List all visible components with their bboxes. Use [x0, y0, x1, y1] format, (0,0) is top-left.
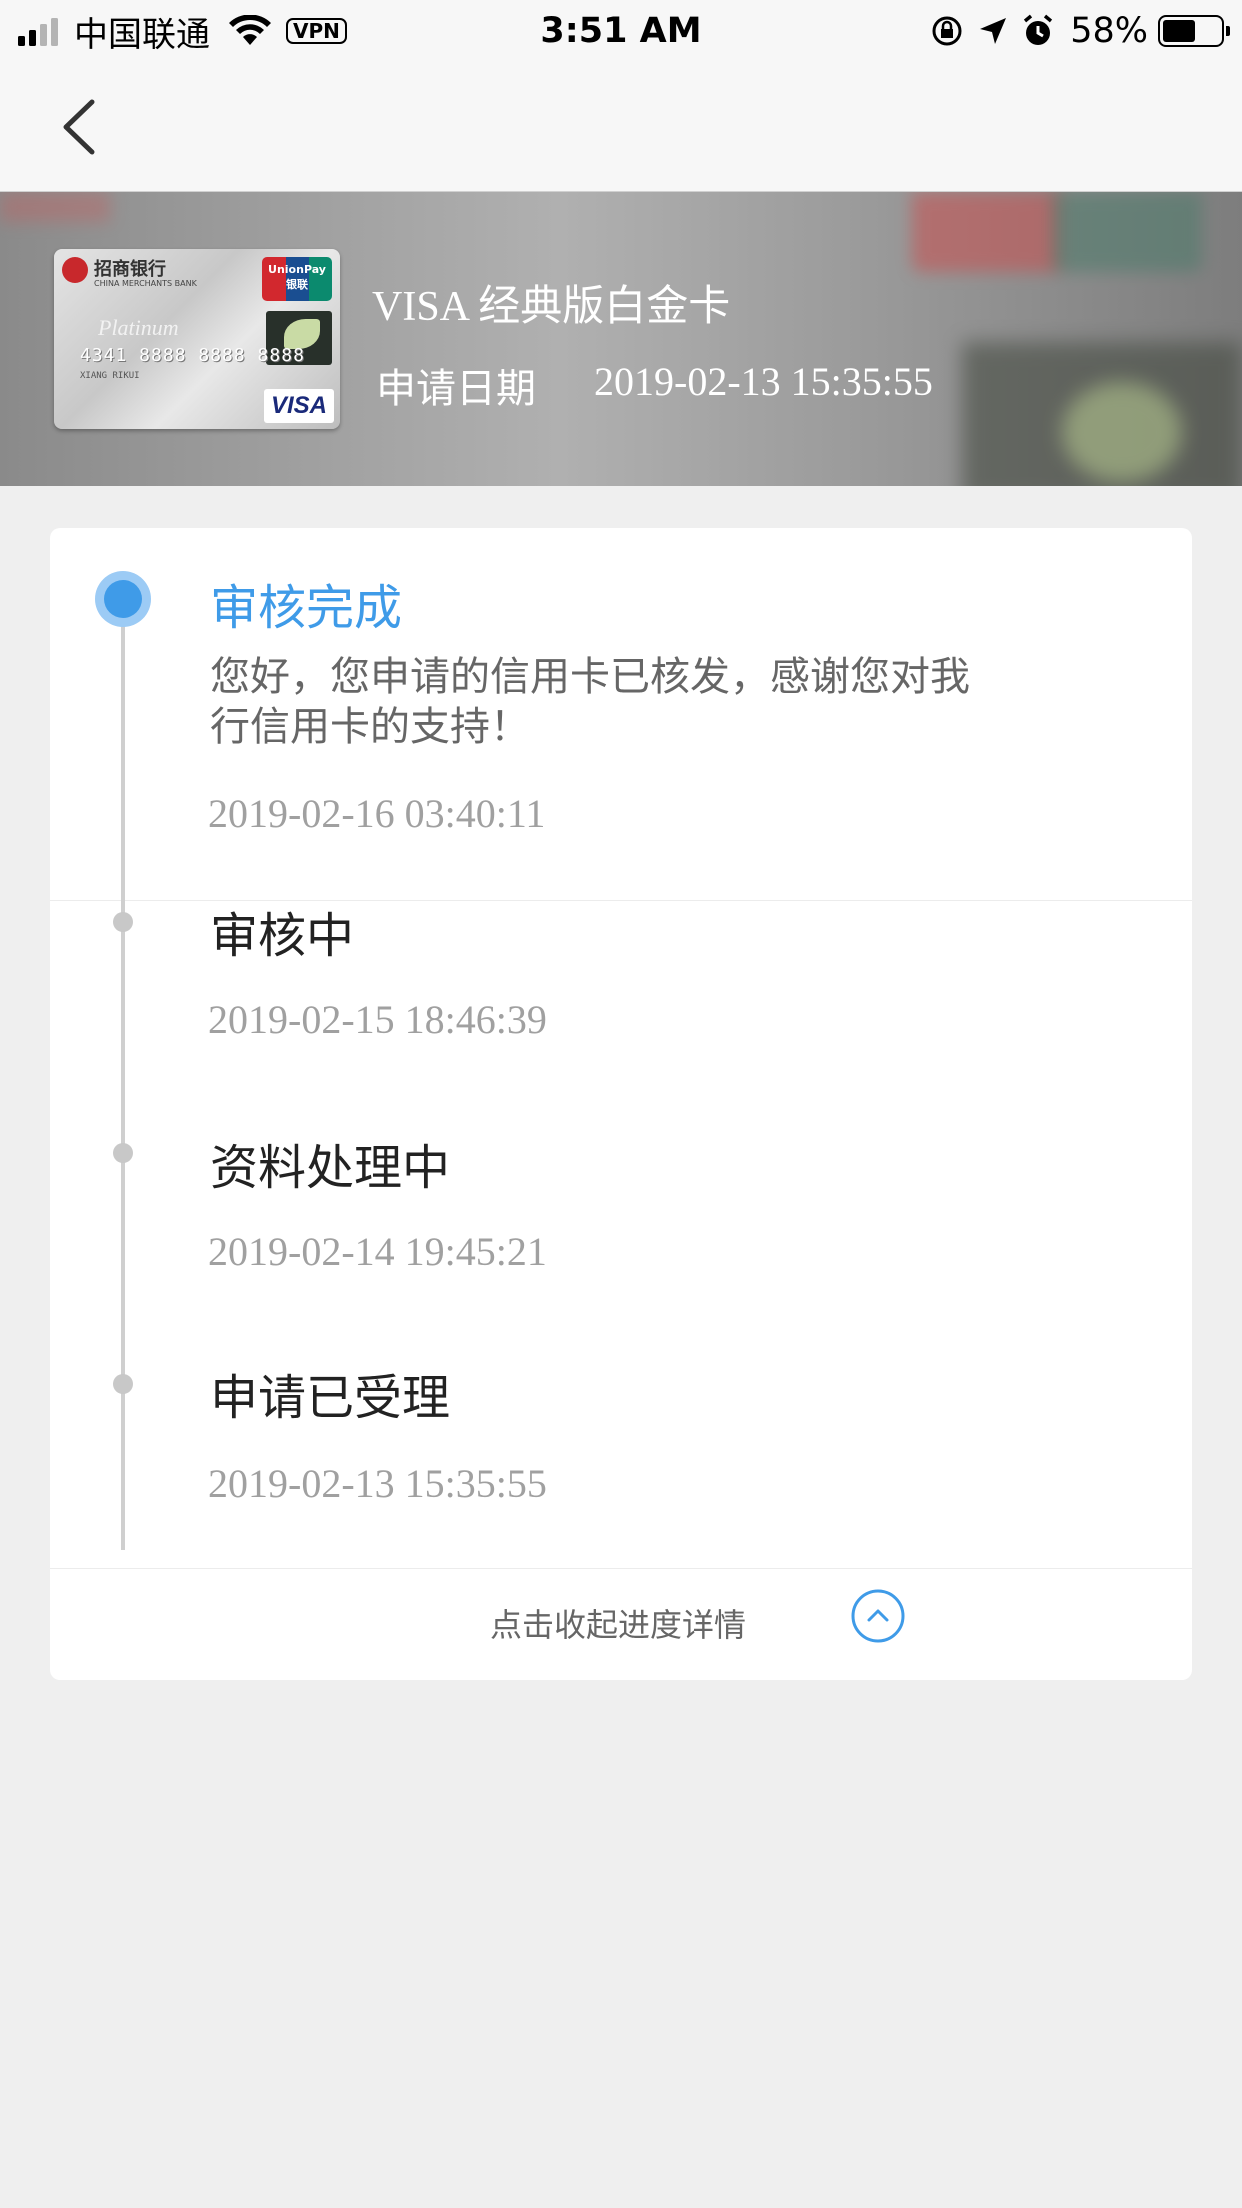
step-description: 您好，您申请的信用卡已核发，感谢您对我行信用卡的支持！ [210, 654, 970, 750]
progress-card: 审核完成 您好，您申请的信用卡已核发，感谢您对我行信用卡的支持！ 2019-02… [50, 528, 1192, 1680]
credit-card-image: 招商银行 CHINA MERCHANTS BANK UnionPay 银联 Pl… [54, 249, 340, 429]
step-title-approved: 审核完成 [210, 580, 403, 636]
step-title-accepted: 申请已受理 [210, 1370, 451, 1426]
battery-icon [1158, 15, 1230, 47]
status-bar: 中国联通 VPN 3:51 AM 58% [0, 0, 1242, 62]
nav-bar [0, 62, 1242, 192]
timeline-dot [113, 1143, 133, 1163]
banner-decoration [1062, 382, 1182, 482]
collapse-row[interactable]: 点击收起进度详情 [50, 1568, 1192, 1680]
timeline-dot-active [95, 571, 151, 627]
alarm-icon [1024, 14, 1053, 45]
card-product-name: VISA 经典版白金卡 [372, 284, 731, 330]
apply-date-value: 2019-02-13 15:35:55 [594, 359, 933, 404]
card-bank-name-en: CHINA MERCHANTS BANK [94, 279, 197, 288]
bank-logo-icon [62, 257, 88, 283]
collapse-details-link[interactable]: 点击收起进度详情 [490, 1600, 746, 1646]
chevron-up-circle-icon[interactable] [850, 1588, 906, 1644]
card-bank-name: 招商银行 [94, 259, 166, 280]
card-holder: XIANG RIKUI [80, 371, 140, 381]
banner-decoration [0, 192, 110, 222]
step-title-processing: 资料处理中 [210, 1140, 451, 1196]
battery-percent: 58% [1070, 11, 1148, 51]
visa-logo: VISA [264, 389, 334, 423]
step-time: 2019-02-16 03:40:11 [208, 791, 546, 836]
apply-date-label: 申请日期 [376, 366, 536, 412]
banner-decoration [912, 192, 1062, 272]
orientation-lock-icon [932, 16, 962, 46]
card-banner: 招商银行 CHINA MERCHANTS BANK UnionPay 银联 Pl… [0, 192, 1242, 486]
step-time: 2019-02-13 15:35:55 [208, 1461, 547, 1506]
location-icon [980, 18, 1007, 44]
battery-fill [1163, 20, 1196, 42]
timeline-dot [113, 1374, 133, 1394]
step-title-reviewing: 审核中 [210, 908, 355, 964]
chevron-left-icon[interactable] [48, 92, 118, 162]
timeline-dot [113, 912, 133, 932]
card-number: 4341 8888 8888 8888 [80, 345, 305, 366]
unionpay-text: UnionPay 银联 [268, 263, 326, 291]
step-time: 2019-02-14 19:45:21 [208, 1229, 547, 1274]
status-right: 58% [916, 8, 1230, 54]
card-platinum-text: Platinum [98, 315, 179, 340]
timeline-line [121, 590, 125, 1550]
banner-decoration [1052, 192, 1202, 272]
step-time: 2019-02-15 18:46:39 [208, 997, 547, 1042]
